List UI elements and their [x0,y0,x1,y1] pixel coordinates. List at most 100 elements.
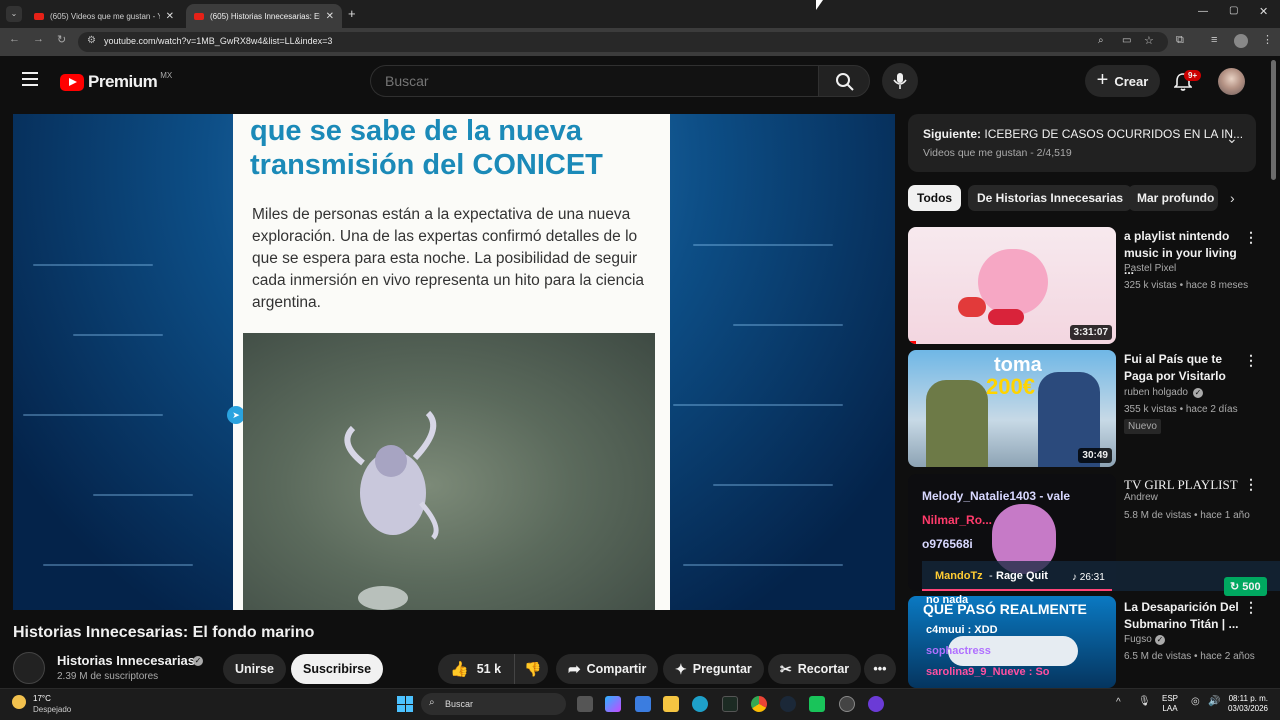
chip-label: De Historias Innecesarias [977,191,1124,205]
steam-icon[interactable] [780,696,796,712]
chip-todos[interactable]: Todos [908,185,962,211]
bookmark-star-icon[interactable]: ☆ [1144,34,1154,47]
taskbar-search[interactable]: ⌕ Buscar [421,693,566,715]
more-options-icon[interactable]: ⋮ [1244,352,1258,369]
tab-search-button[interactable]: ⌄ [6,6,22,22]
create-button[interactable]: + Crear [1085,65,1160,97]
edge-icon[interactable] [692,696,708,712]
playlist-up-next-panel[interactable]: Siguiente: ICEBERG DE CASOS OCURRIDOS EN… [908,114,1256,172]
more-options-icon[interactable]: ⋮ [1244,476,1258,493]
game-launcher-icon[interactable] [809,696,825,712]
video-thumbnail[interactable]: toma 200€ 30:49 [908,350,1116,467]
avatar[interactable] [1218,68,1245,95]
reading-list-icon[interactable]: ≡ [1211,34,1217,46]
video-title[interactable]: Fui al País que te Paga por Visitarlo [1124,351,1244,385]
subscribe-button[interactable]: Suscribirse [291,654,384,684]
maximize-icon[interactable]: ▢ [1229,5,1238,16]
site-info-icon[interactable]: ⚙ [87,35,96,46]
video-duration: 3:31:07 [1069,325,1112,340]
like-button[interactable]: 👍 51 k [438,654,514,684]
points-icon: ↻ [1230,581,1243,593]
forward-icon[interactable]: → [33,33,44,45]
search-input[interactable] [385,73,785,89]
app-icon[interactable] [868,696,884,712]
ask-button[interactable]: ✦ Preguntar [663,654,764,684]
zoom-icon[interactable]: ⌕ [1098,35,1104,46]
channel-name[interactable]: ruben holgado [1124,387,1188,398]
song-user: MandoTz [935,570,983,582]
more-options-icon[interactable]: ⋮ [1244,599,1258,616]
excel-icon[interactable] [722,696,738,712]
clip-button[interactable]: ✂ Recortar [768,654,862,684]
video-title[interactable]: TV GIRL PLAYLIST [1124,476,1244,493]
chat-line: no nada [926,594,969,606]
search-box[interactable] [370,65,818,97]
channel-avatar[interactable] [13,652,45,684]
up-next-title: ICEBERG DE CASOS OCURRIDOS EN LA IN... [984,127,1244,141]
close-tab-icon[interactable]: ✕ [166,11,174,22]
task-view-icon[interactable] [577,696,593,712]
tab-liked-videos[interactable]: (605) Videos que me gustan - Y ✕ [26,4,182,28]
address-bar[interactable]: ⚙ youtube.com/watch?v=1MB_GwRX8w4&list=L… [78,32,1168,52]
share-button[interactable]: ➦ Compartir [556,654,659,684]
logo-text: Premium [88,72,158,91]
reload-icon[interactable]: ↻ [57,33,66,46]
clock-date: 03/03/2026 [1227,704,1268,713]
volume-icon[interactable]: 🔊 [1208,696,1220,707]
chevron-right-icon[interactable]: › [1230,190,1235,206]
clock-time: 08:11 p. m. [1228,694,1268,703]
chip-deep-sea[interactable]: Mar profundo [1128,185,1218,211]
tray-chevron-up-icon[interactable]: ^ [1116,697,1121,708]
video-thumbnail[interactable]: 3:31:07 [908,227,1116,344]
page-scrollbar[interactable] [1271,60,1276,180]
chrome-icon[interactable] [751,696,767,712]
search-icon [836,73,854,91]
app-icon[interactable] [839,696,855,712]
more-options-icon[interactable]: ⋮ [1244,229,1258,246]
copilot-icon[interactable] [605,696,621,712]
close-window-icon[interactable]: ✕ [1259,5,1268,18]
dislike-button[interactable]: 👎 [514,654,548,684]
chip-label: Mar profundo [1137,191,1215,205]
browser-menu-icon[interactable]: ⋮ [1262,33,1273,46]
channel-name[interactable]: Fugso [1124,634,1152,645]
card-body-text: Miles de personas están a la expectativa… [252,206,645,311]
scissors-icon: ✂ [780,660,792,677]
windows-start-icon[interactable] [397,696,413,712]
file-explorer-icon[interactable] [663,696,679,712]
more-actions-button[interactable]: ••• [864,654,896,684]
tab-current-video[interactable]: (605) Historias Innecesarias: El f ✕ [186,4,342,28]
back-icon[interactable]: ← [9,33,20,45]
minimize-icon[interactable]: — [1198,6,1208,17]
chip-channel[interactable]: De Historias Innecesarias [968,185,1133,211]
profile-icon[interactable] [1234,34,1248,48]
microphone-tray-icon[interactable]: 🎙 [1138,696,1151,707]
join-button[interactable]: Unirse [223,654,286,684]
song-title: Rage Quit [996,570,1048,582]
channel-name[interactable]: Historias Innecesarias [57,653,195,668]
youtube-premium-logo[interactable]: Premium MX [60,71,172,92]
url-text: youtube.com/watch?v=1MB_GwRX8w4&list=LL&… [104,36,333,46]
new-tab-icon[interactable]: + [348,6,356,21]
menu-hamburger-icon[interactable] [22,72,38,86]
video-title[interactable]: La Desaparición Del Submarino Titán | ..… [1124,599,1244,633]
voice-search-button[interactable] [882,63,918,99]
channel-name[interactable]: Pastel Pixel [1124,263,1176,274]
thumbs-up-icon: 👍 [450,661,469,678]
store-icon[interactable] [635,696,651,712]
channel-name[interactable]: Andrew [1124,492,1158,503]
cast-icon[interactable]: ▭ [1122,35,1131,46]
language-indicator[interactable]: ESP LAA [1162,694,1178,714]
network-icon[interactable]: ◎ [1191,696,1200,707]
extensions-icon[interactable]: ⧉ [1176,34,1184,47]
thumb-text-bottom: 200€ [986,374,1035,399]
stream-overlay-bottom: no nada c4muui : XDD sophactress sarolin… [926,590,1126,683]
weather-moon-icon[interactable] [12,695,26,709]
clock[interactable]: 08:11 p. m. 03/03/2026 [1226,694,1268,714]
search-button[interactable] [818,65,870,97]
chevron-down-icon[interactable]: ⌄ [1226,130,1238,147]
thumbs-down-icon: 👎 [524,660,542,677]
close-tab-icon[interactable]: ✕ [326,11,334,22]
subscribe-label: Suscribirse [303,662,372,676]
microphone-icon [893,73,907,89]
